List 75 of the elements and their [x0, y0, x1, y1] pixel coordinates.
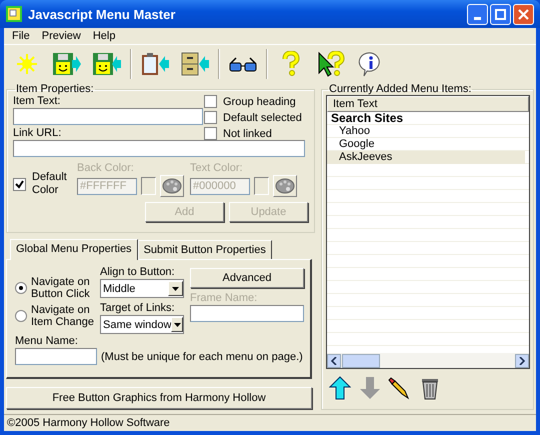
color-swatch — [141, 177, 156, 195]
align-dropdown[interactable]: Middle — [100, 279, 184, 298]
floppy-icon — [52, 52, 82, 76]
app-icon — [6, 6, 22, 22]
checkbox[interactable] — [204, 127, 217, 140]
field-label: Text Color: — [190, 162, 244, 175]
cabinet-icon — [180, 52, 210, 76]
checkbox-label: Default Color — [32, 171, 68, 197]
trash-icon — [420, 376, 440, 400]
tab[interactable]: Submit Button Properties — [138, 240, 272, 259]
radio-button[interactable] — [15, 282, 27, 294]
field-label: Back Color: — [77, 162, 135, 175]
target-dropdown[interactable]: Same window — [100, 315, 184, 334]
radio-label: Navigate on Item Change — [31, 304, 94, 328]
hint-text: (Must be unique for each menu on page.) — [101, 350, 303, 362]
color-swatch — [254, 177, 269, 195]
item-text-field[interactable] — [13, 108, 203, 125]
tab[interactable]: Global Menu Properties — [10, 239, 138, 260]
palette-button[interactable] — [160, 175, 184, 197]
palette-icon — [162, 178, 182, 194]
close-button[interactable] — [513, 4, 534, 24]
clipboard-icon — [140, 52, 170, 76]
frame-name-field[interactable] — [190, 305, 304, 322]
checkbox-label: Default selected — [223, 112, 302, 124]
maximize-button[interactable] — [490, 4, 511, 24]
edit-button[interactable] — [388, 375, 412, 401]
field-label: Target of Links: — [100, 302, 176, 315]
menu-item[interactable]: File — [6, 30, 36, 42]
field-label: Link URL: — [13, 127, 62, 140]
status-bar: ©2005 Harmony Hollow Software — [4, 414, 536, 431]
checkbox[interactable] — [13, 178, 26, 190]
up-arrow-icon — [329, 376, 351, 400]
floppy-icon — [92, 52, 122, 76]
minimize-icon — [474, 16, 481, 20]
sun-icon — [15, 52, 39, 76]
field-label: Frame Name: — [190, 292, 258, 305]
palette-icon — [275, 178, 295, 194]
radio-label: Navigate on Button Click — [31, 276, 91, 300]
dropdown-arrow-icon — [174, 322, 181, 326]
list-item[interactable]: Yahoo — [327, 125, 525, 138]
scroll-thumb[interactable] — [342, 354, 380, 368]
cursor-question-icon — [317, 51, 345, 77]
minimize-button[interactable] — [467, 4, 488, 24]
checkbox-label: Group heading — [223, 96, 296, 108]
move-up-button[interactable] — [328, 375, 352, 401]
dropdown-arrow-icon — [172, 286, 179, 290]
radio-button[interactable] — [15, 310, 27, 322]
checkbox[interactable] — [204, 111, 217, 124]
palette-button[interactable] — [273, 175, 297, 197]
left-chevron-icon — [331, 356, 337, 364]
scroll-left-button[interactable] — [327, 354, 341, 368]
link-url-field[interactable] — [13, 140, 305, 157]
list-item[interactable]: Google — [327, 138, 525, 151]
menu-name-field[interactable] — [15, 348, 97, 365]
scroll-right-button[interactable] — [515, 354, 529, 368]
field-label: Menu Name: — [15, 335, 79, 348]
list-item[interactable]: Search Sites — [327, 112, 525, 125]
menu-item[interactable]: Preview — [36, 30, 87, 42]
list-item[interactable]: AskJeeves — [327, 151, 525, 164]
right-chevron-icon — [519, 356, 525, 364]
menu-item[interactable]: Help — [86, 30, 122, 42]
column-header[interactable]: Item Text — [327, 96, 529, 112]
group-title: Item Properties: — [15, 83, 95, 95]
field-label: Align to Button: — [100, 266, 176, 279]
window-title: Javascript Menu Master — [28, 6, 176, 22]
close-icon — [518, 8, 529, 20]
checkbox[interactable] — [204, 95, 217, 108]
group-title: Currently Added Menu Items: — [328, 83, 472, 95]
checkbox-label: Not linked — [223, 128, 272, 140]
maximize-icon — [495, 8, 506, 20]
pencil-icon — [388, 376, 412, 400]
down-arrow-icon — [359, 376, 381, 400]
graphics-link-button[interactable]: Free Button Graphics from Harmony Hollow — [6, 387, 312, 409]
field-label: Item Text: — [13, 95, 62, 108]
advanced-button[interactable]: Advanced — [190, 268, 304, 288]
